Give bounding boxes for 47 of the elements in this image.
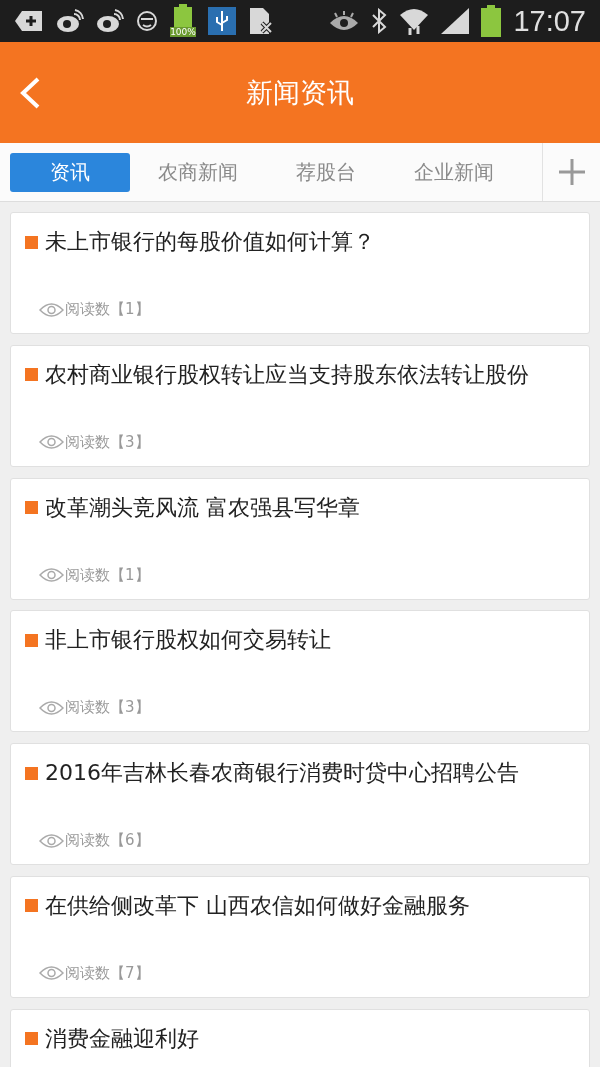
eye-icon bbox=[39, 434, 64, 451]
news-title: 未上市银行的每股价值如何计算？ bbox=[45, 229, 375, 255]
page-title: 新闻资讯 bbox=[245, 75, 355, 110]
news-card[interactable]: 改革潮头竞风流 富农强县写华章 阅读数【1】 bbox=[10, 477, 590, 600]
wifi-icon bbox=[399, 6, 430, 36]
bullet-icon bbox=[25, 899, 38, 913]
news-title: 在供给侧改革下 山西农信如何做好金融服务 bbox=[45, 893, 470, 919]
read-count: 阅读数【3】 bbox=[65, 432, 150, 452]
bullet-icon bbox=[25, 501, 38, 515]
clock-time: 17:07 bbox=[513, 4, 586, 38]
news-title: 农村商业银行股权转让应当支持股东依法转让股份 bbox=[45, 361, 529, 388]
news-card[interactable]: 在供给侧改革下 山西农信如何做好金融服务 阅读数【7】 bbox=[10, 876, 590, 998]
notification-add-icon bbox=[14, 9, 44, 33]
battery-icon bbox=[481, 5, 502, 37]
eye-icon bbox=[39, 567, 64, 584]
battery-percent: 100% bbox=[170, 27, 196, 37]
bullet-icon bbox=[25, 1032, 38, 1046]
sim-card-icon bbox=[248, 7, 274, 35]
eye-icon bbox=[39, 832, 64, 849]
back-icon bbox=[18, 75, 42, 110]
news-card[interactable]: 2016年吉林长春农商银行消费时贷中心招聘公告 阅读数【6】 bbox=[10, 743, 590, 866]
bullet-icon bbox=[25, 633, 38, 647]
plus-icon bbox=[558, 159, 585, 185]
signal-icon bbox=[441, 8, 470, 34]
read-count: 阅读数【3】 bbox=[65, 698, 150, 718]
bullet-icon bbox=[25, 766, 38, 780]
news-title: 消费金融迎利好 bbox=[45, 1025, 199, 1052]
eye-icon bbox=[39, 301, 64, 318]
tab[interactable]: 资讯 bbox=[10, 152, 130, 192]
news-title: 改革潮头竞风流 富农强县写华章 bbox=[45, 494, 360, 521]
bluetooth-icon bbox=[371, 8, 388, 34]
news-title: 非上市银行股权如何交易转让 bbox=[45, 627, 331, 654]
smiley-icon bbox=[136, 10, 158, 32]
bullet-icon bbox=[25, 235, 38, 249]
news-card[interactable]: 消费金融迎利好 bbox=[10, 1008, 590, 1067]
eye-icon bbox=[39, 965, 64, 982]
eye-icon bbox=[329, 10, 360, 32]
news-title: 2016年吉林长春农商银行消费时贷中心招聘公告 bbox=[45, 760, 519, 787]
bullet-icon bbox=[25, 368, 38, 382]
read-count: 阅读数【1】 bbox=[65, 565, 150, 585]
read-count: 阅读数【6】 bbox=[65, 831, 150, 851]
news-card[interactable]: 农村商业银行股权转让应当支持股东依法转让股份 阅读数【3】 bbox=[10, 344, 590, 467]
news-card[interactable]: 非上市银行股权如何交易转让 阅读数【3】 bbox=[10, 610, 590, 733]
read-count: 阅读数【7】 bbox=[65, 964, 150, 983]
read-count: 阅读数【1】 bbox=[65, 300, 150, 319]
eye-icon bbox=[39, 699, 64, 716]
news-card[interactable]: 未上市银行的每股价值如何计算？ 阅读数【1】 bbox=[10, 212, 590, 334]
